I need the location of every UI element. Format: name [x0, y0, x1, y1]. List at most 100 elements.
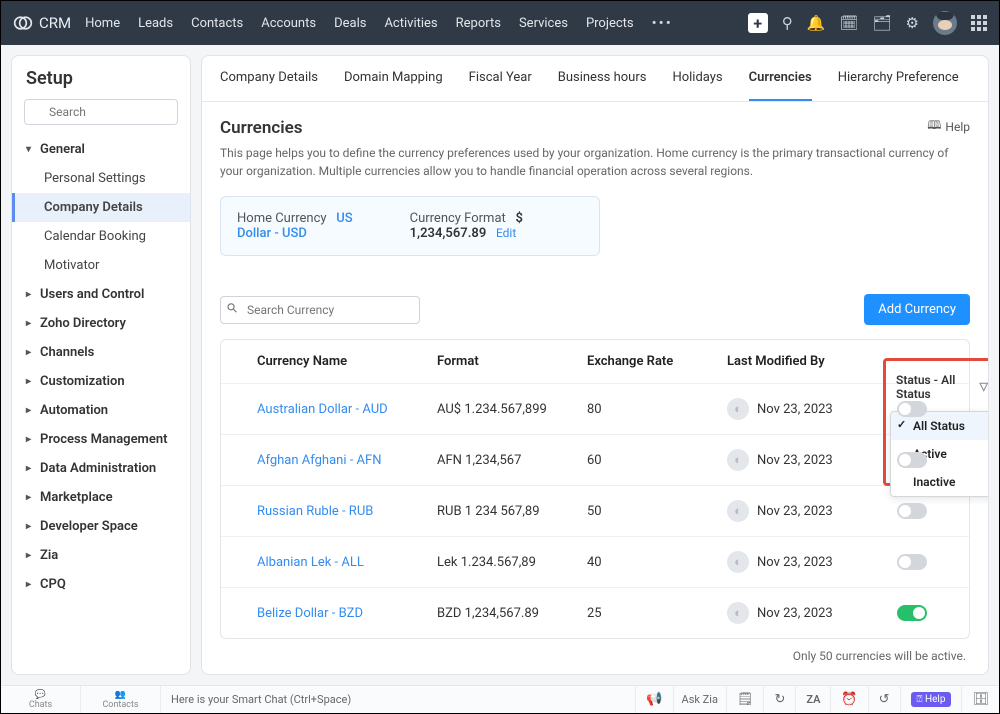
user-avatar-icon: ◐ — [727, 551, 749, 573]
sidebar: Setup General Personal SettingsCompany D… — [11, 55, 191, 675]
sticky-note-icon[interactable]: 🗒 — [726, 686, 764, 713]
currency-format: RUB 1 234 567,89 — [437, 504, 587, 519]
sidebar-group-zoho-directory[interactable]: Zoho Directory — [12, 309, 190, 338]
status-option-inactive[interactable]: Inactive — [891, 468, 988, 496]
calendar-icon[interactable]: 🗓 — [839, 14, 858, 32]
table-row: Albanian Lek - ALLLek 1.234.567,8940◐Nov… — [221, 536, 969, 587]
tab-holidays[interactable]: Holidays — [672, 56, 722, 101]
smart-chat-hint: Here is your Smart Chat (Ctrl+Space) — [161, 693, 635, 706]
inbox-icon[interactable]: 🗂 — [873, 14, 892, 32]
nav-link-reports[interactable]: Reports — [456, 16, 501, 31]
exchange-rate: 80 — [587, 402, 727, 417]
announce-icon[interactable]: 📢 — [635, 686, 672, 713]
status-filter-highlight: Status - All Status ▽ All StatusActiveIn… — [883, 358, 988, 486]
gear-icon[interactable]: ⚙ — [906, 14, 919, 32]
status-toggle[interactable] — [897, 503, 927, 519]
brand-logo[interactable]: CRM — [13, 13, 71, 33]
nav-link-home[interactable]: Home — [85, 16, 120, 31]
tab-currencies[interactable]: Currencies — [749, 56, 812, 101]
edit-format-link[interactable]: Edit — [496, 226, 516, 240]
apps-grid-icon[interactable] — [971, 15, 987, 31]
tab-business-hours[interactable]: Business hours — [558, 56, 647, 101]
sidebar-group-customization[interactable]: Customization — [12, 367, 190, 396]
sidebar-group-process-management[interactable]: Process Management — [12, 425, 190, 454]
currency-name-link[interactable]: Australian Dollar - AUD — [257, 402, 437, 417]
sidebar-item-calendar-booking[interactable]: Calendar Booking — [12, 222, 190, 251]
user-avatar-icon: ◐ — [727, 449, 749, 471]
nav-link-activities[interactable]: Activities — [384, 16, 437, 31]
status-toggle[interactable] — [897, 605, 927, 621]
last-modified: ◐Nov 23, 2023 — [727, 602, 897, 624]
sidebar-group-data-administration[interactable]: Data Administration — [12, 454, 190, 483]
status-toggle[interactable] — [897, 452, 927, 468]
ask-zia-button[interactable]: Ask Zia — [673, 686, 726, 713]
exchange-rate: 60 — [587, 453, 727, 468]
user-avatar-icon: ◐ — [727, 500, 749, 522]
table-row: Belize Dollar - BZDBZD 1,234,567.8925◐No… — [221, 587, 969, 638]
exchange-rate: 25 — [587, 606, 727, 621]
currency-format: BZD 1,234,567.89 — [437, 606, 587, 621]
za-icon[interactable]: ZA — [795, 686, 830, 713]
nav-links: Home Leads Contacts Accounts Deals Activities… — [85, 16, 634, 31]
nav-link-services[interactable]: Services — [519, 16, 568, 31]
nav-link-deals[interactable]: Deals — [334, 16, 366, 31]
help-label: Help — [945, 120, 970, 134]
sidebar-title: Setup — [12, 68, 190, 99]
last-modified: ◐Nov 23, 2023 — [727, 449, 897, 471]
bottom-chats[interactable]: 💬 Chats — [1, 686, 81, 713]
sidebar-group-marketplace[interactable]: Marketplace — [12, 483, 190, 512]
sidebar-item-motivator[interactable]: Motivator — [12, 251, 190, 280]
search-icon[interactable]: ⚲ — [782, 14, 793, 32]
sidebar-group-cpq[interactable]: CPQ — [12, 570, 190, 599]
nav-link-leads[interactable]: Leads — [138, 16, 173, 31]
refresh-icon[interactable]: ↻ — [763, 686, 795, 713]
tab-fiscal-year[interactable]: Fiscal Year — [469, 56, 532, 101]
sidebar-group-general[interactable]: General — [12, 135, 190, 164]
tab-domain-mapping[interactable]: Domain Mapping — [344, 56, 443, 101]
sidebar-group-zia[interactable]: Zia — [12, 541, 190, 570]
lock-icon[interactable]: 🗄 — [961, 686, 999, 713]
sidebar-group-automation[interactable]: Automation — [12, 396, 190, 425]
content-panel: Company Details Domain Mapping Fiscal Year… — [201, 55, 989, 675]
tab-hierarchy-preference[interactable]: Hierarchy Preference — [838, 56, 959, 101]
nav-link-projects[interactable]: Projects — [586, 16, 634, 31]
col-exchange-rate: Exchange Rate — [587, 354, 727, 369]
nav-link-accounts[interactable]: Accounts — [261, 16, 316, 31]
create-button[interactable]: + — [748, 13, 768, 33]
bell-icon[interactable]: 🔔 — [807, 14, 826, 32]
table-header: Currency Name Format Exchange Rate Last … — [221, 340, 969, 383]
table-row: Afghan Afghani - AFNAFN 1,234,56760◐Nov … — [221, 434, 969, 485]
sidebar-group-channels[interactable]: Channels — [12, 338, 190, 367]
help-button[interactable]: ⍰ Help — [900, 686, 962, 713]
currency-name-link[interactable]: Belize Dollar - BZD — [257, 606, 437, 621]
currency-name-link[interactable]: Albanian Lek - ALL — [257, 555, 437, 570]
currency-name-link[interactable]: Afghan Afghani - AFN — [257, 453, 437, 468]
bottom-contacts[interactable]: 👥 Contacts — [81, 686, 161, 713]
help-link[interactable]: 🕮 Help — [927, 116, 970, 137]
sidebar-search-input[interactable] — [24, 99, 178, 125]
currency-name-link[interactable]: Russian Ruble - RUB — [257, 504, 437, 519]
page-title: Currencies — [220, 118, 970, 138]
sidebar-item-personal-settings[interactable]: Personal Settings — [12, 164, 190, 193]
bottom-bar: 💬 Chats 👥 Contacts Here is your Smart Ch… — [1, 685, 999, 713]
currency-search-input[interactable] — [220, 296, 420, 324]
nav-link-contacts[interactable]: Contacts — [191, 16, 243, 31]
clock-icon[interactable]: ⏰ — [830, 686, 867, 713]
sidebar-group-users-and-control[interactable]: Users and Control — [12, 280, 190, 309]
sidebar-group-developer-space[interactable]: Developer Space — [12, 512, 190, 541]
sidebar-item-company-details[interactable]: Company Details — [12, 193, 190, 222]
tab-company-details[interactable]: Company Details — [220, 56, 318, 101]
nav-more[interactable]: ••• — [652, 14, 673, 32]
history-icon[interactable]: ↺ — [868, 686, 900, 713]
status-toggle[interactable] — [897, 554, 927, 570]
status-toggle[interactable] — [897, 401, 927, 417]
table-row: Russian Ruble - RUBRUB 1 234 567,8950◐No… — [221, 485, 969, 536]
add-currency-button[interactable]: Add Currency — [864, 294, 970, 325]
zoho-logo-icon — [13, 13, 33, 33]
last-modified: ◐Nov 23, 2023 — [727, 500, 897, 522]
currency-format: AU$ 1.234.567,899 — [437, 402, 587, 417]
page-description: This page helps you to define the curren… — [220, 144, 960, 180]
avatar[interactable] — [933, 11, 957, 35]
settings-tabs: Company Details Domain Mapping Fiscal Year… — [202, 56, 988, 102]
currency-format-label: Currency Format — [410, 211, 506, 226]
